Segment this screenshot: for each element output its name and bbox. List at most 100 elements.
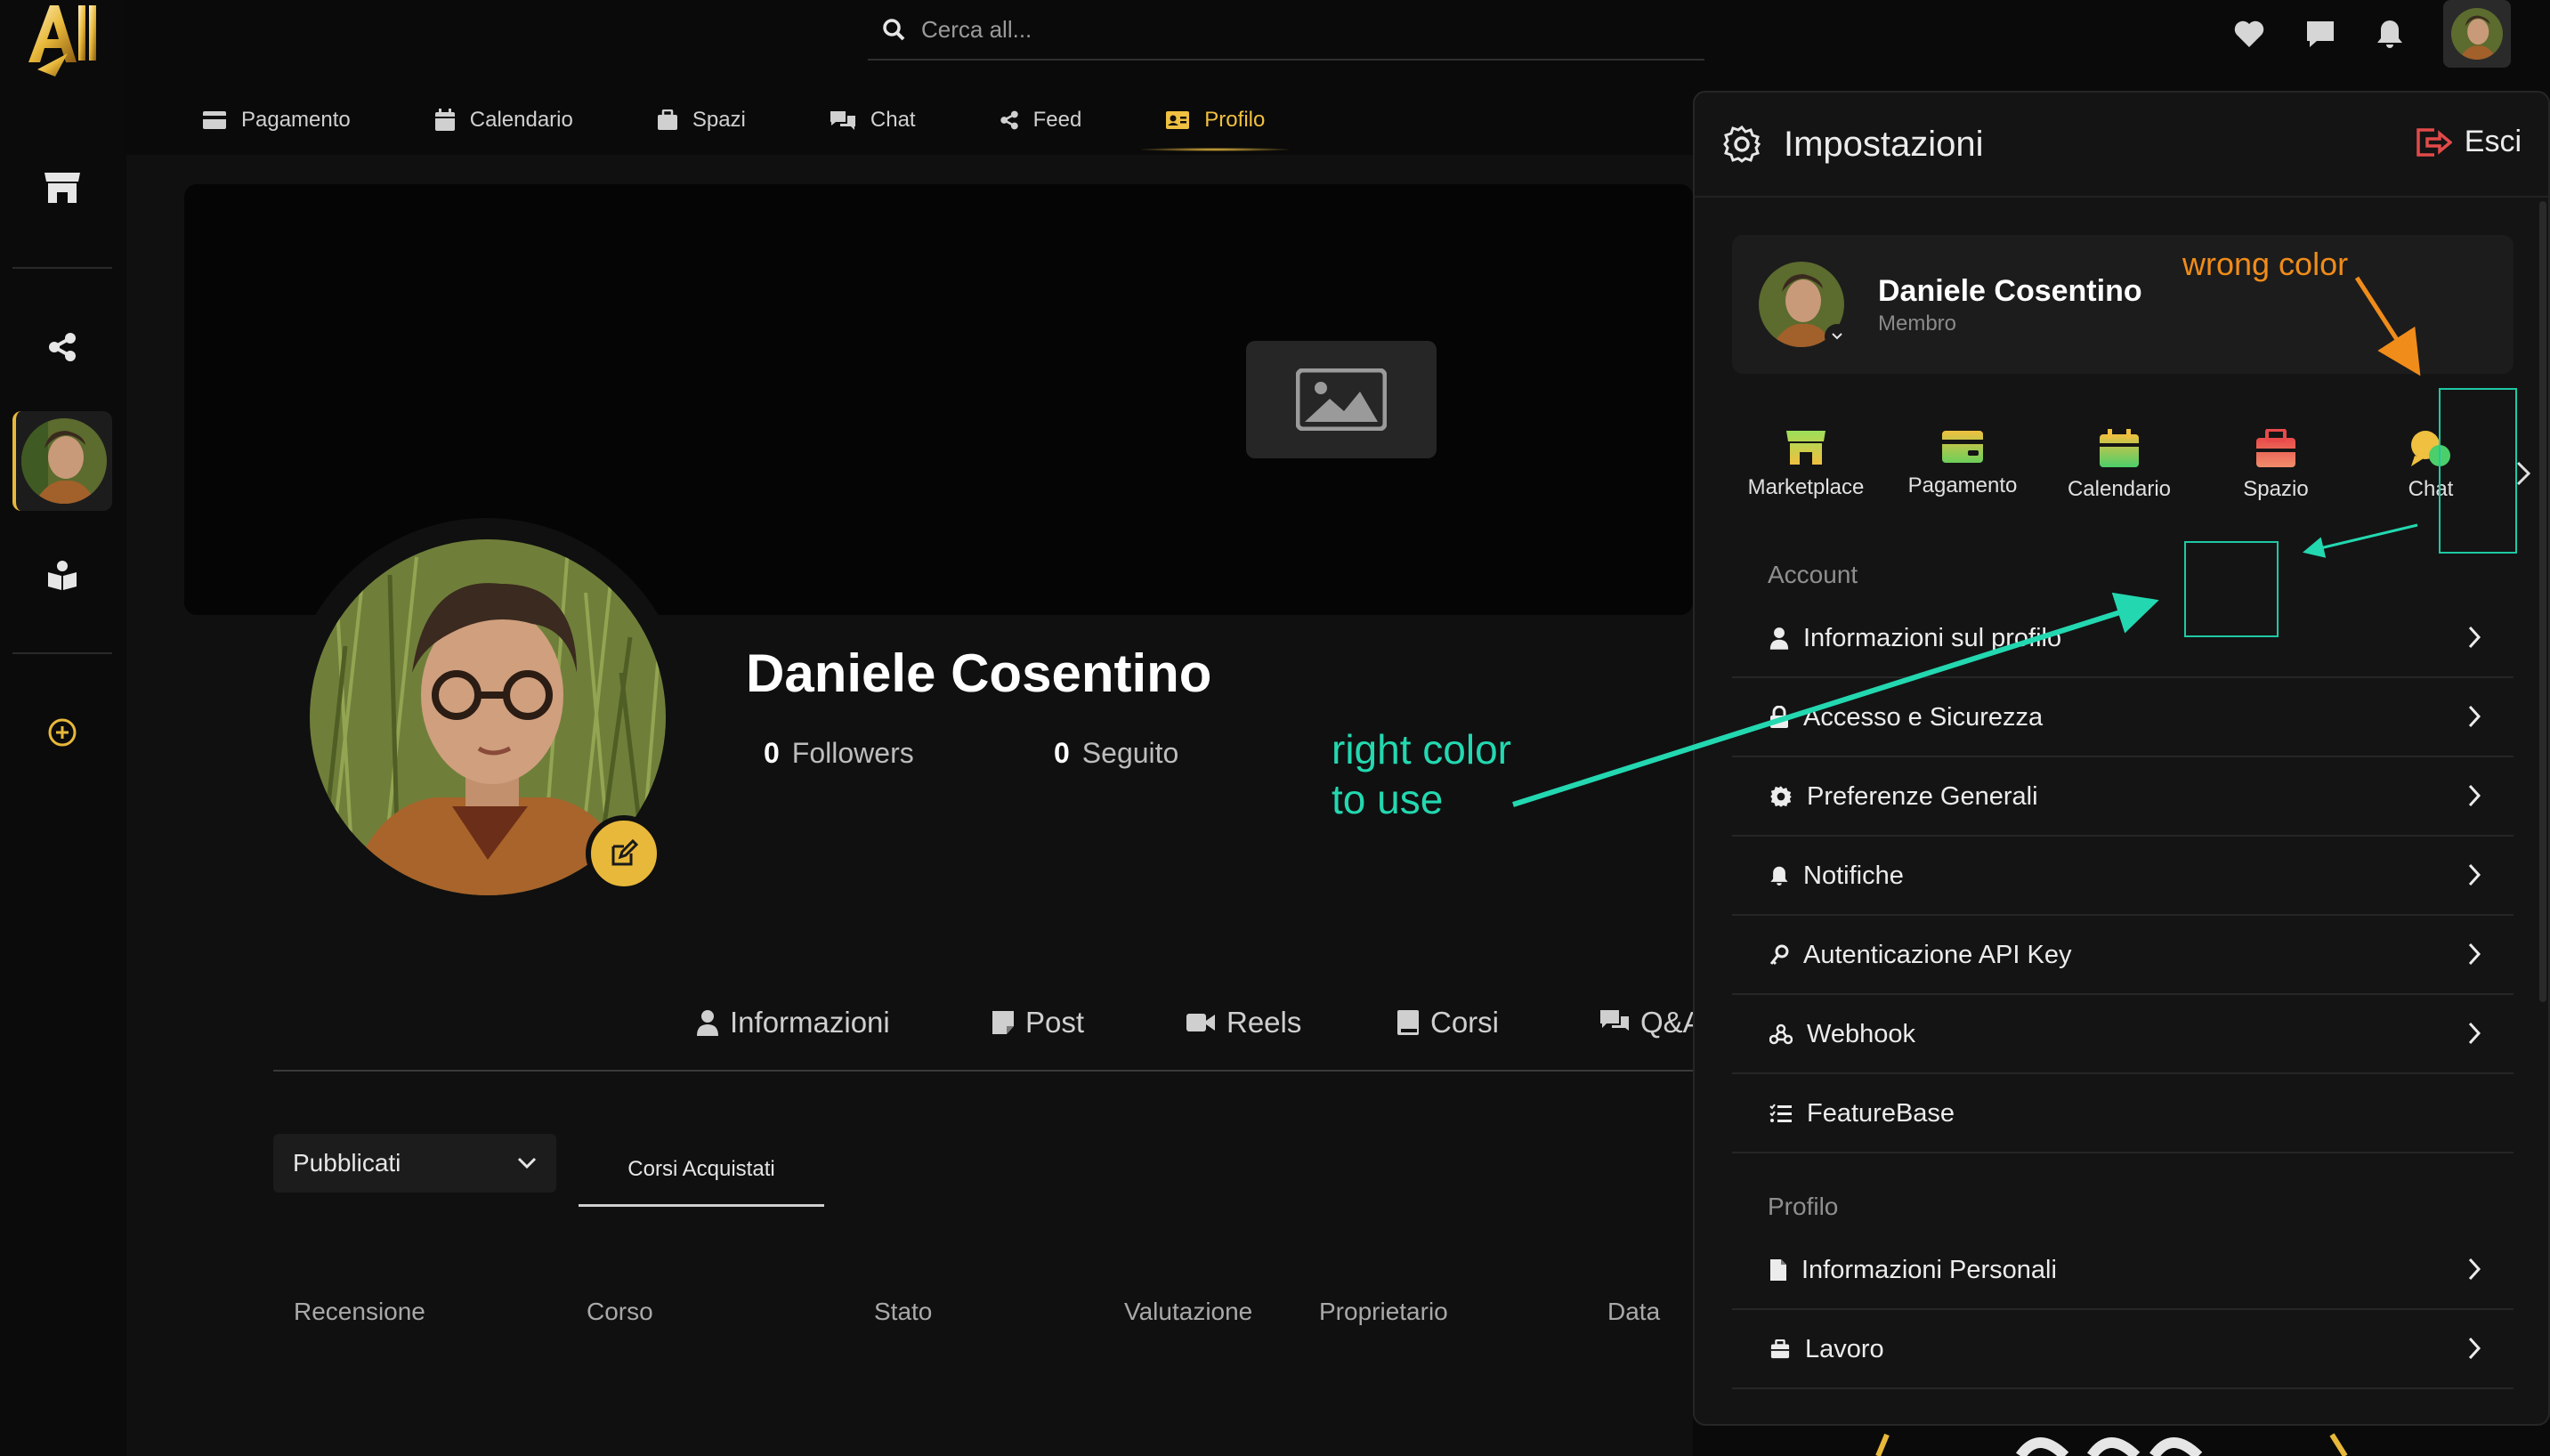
annotation-line: to use <box>1332 776 1444 822</box>
chevron-right-icon <box>2468 863 2481 886</box>
store-icon <box>45 173 80 203</box>
column-header-corso[interactable]: Corso <box>587 1298 653 1326</box>
menu-item-label: Notifiche <box>1803 861 1904 890</box>
followers-stat[interactable]: 0 Followers <box>764 737 914 770</box>
chevron-right-icon <box>2468 784 2481 807</box>
app-shortcuts: Marketplace Pagamento Calendario Spazio … <box>1730 429 2505 527</box>
rail-divider <box>12 652 112 654</box>
app-label: Pagamento <box>1907 473 2018 497</box>
search-bar[interactable] <box>868 0 1704 61</box>
tab-qa[interactable]: Q&A <box>1599 1006 1703 1039</box>
menu-item-featurebase[interactable]: FeatureBase <box>1732 1075 2514 1153</box>
menu-item-informazioni-personali[interactable]: Informazioni Personali <box>1732 1232 2514 1310</box>
briefcase-icon <box>1770 1339 1790 1359</box>
nav-label: Chat <box>870 108 916 132</box>
menu-item-notifiche[interactable]: Notifiche <box>1732 837 2514 916</box>
settings-scrollbar[interactable] <box>2539 201 2546 1002</box>
search-icon <box>883 19 905 41</box>
profile-tabs: Informazioni Post Reels Corsi Q&A <box>273 988 1703 1072</box>
menu-item-label: Accesso e Sicurezza <box>1803 702 2044 732</box>
chevron-right-icon[interactable] <box>2514 459 2532 488</box>
app-label: Calendario <box>2067 477 2172 501</box>
settings-user-role: Membro <box>1878 311 1957 336</box>
menu-item-label: Webhook <box>1807 1019 1915 1048</box>
tab-reels[interactable]: Reels <box>1186 1006 1301 1039</box>
chevron-right-icon <box>2468 1258 2481 1281</box>
heart-icon[interactable] <box>2233 20 2265 48</box>
menu-item-lavoro[interactable]: Lavoro <box>1732 1311 2514 1389</box>
key-icon <box>1769 944 1789 966</box>
nav-label: Spazi <box>692 108 746 132</box>
nav-chat[interactable]: Chat <box>788 89 958 151</box>
menu-item-api-key[interactable]: Autenticazione API Key <box>1732 917 2514 995</box>
nav-spazi[interactable]: Spazi <box>615 89 788 151</box>
rail-add-button[interactable] <box>12 683 112 782</box>
rail-profile-button[interactable] <box>12 411 112 511</box>
share-icon <box>1000 110 1018 130</box>
tab-informazioni[interactable]: Informazioni <box>696 1006 890 1039</box>
chevron-down-icon[interactable] <box>1825 324 1850 349</box>
section-nav: Pagamento Calendario Spazi Chat Feed Pro… <box>160 89 1307 151</box>
nav-calendario[interactable]: Calendario <box>393 89 615 151</box>
box-icon <box>2256 429 2295 467</box>
following-stat[interactable]: 0 Seguito <box>1054 737 1178 770</box>
tab-corsi[interactable]: Corsi <box>1396 1006 1499 1039</box>
document-icon <box>1770 1259 1786 1281</box>
column-header-valutazione[interactable]: Valutazione <box>1124 1298 1252 1326</box>
column-header-data[interactable]: Data <box>1607 1298 1660 1326</box>
publish-filter-select[interactable]: Pubblicati <box>273 1134 556 1193</box>
section-account-label: Account <box>1768 561 1858 588</box>
nav-label: Feed <box>1032 108 1082 132</box>
menu-item-label: Informazioni Personali <box>1801 1255 2057 1284</box>
exit-button[interactable]: Esci <box>2415 125 2522 159</box>
column-header-stato[interactable]: Stato <box>874 1298 932 1326</box>
followers-count: 0 <box>764 737 780 769</box>
edit-profile-photo-button[interactable] <box>586 815 662 892</box>
nav-profilo[interactable]: Profilo <box>1123 89 1307 151</box>
nav-feed[interactable]: Feed <box>958 89 1124 151</box>
rail-courses-button[interactable] <box>12 525 112 625</box>
menu-item-webhook[interactable]: Webhook <box>1732 996 2514 1074</box>
book-reader-icon <box>48 561 77 590</box>
menu-item-label: Informazioni sul profilo <box>1803 623 2062 652</box>
annotation-wrong-color: wrong color <box>2182 246 2349 282</box>
webhook-icon <box>1769 1023 1793 1045</box>
menu-item-informazioni-profilo[interactable]: Informazioni sul profilo <box>1732 600 2514 678</box>
chat-icon[interactable] <box>2304 19 2336 49</box>
search-input[interactable] <box>921 15 1455 44</box>
calendar-icon <box>2100 429 2139 467</box>
column-header-recensione[interactable]: Recensione <box>294 1298 425 1326</box>
app-marketplace[interactable]: Marketplace <box>1730 429 1882 500</box>
cover-image-placeholder[interactable] <box>1246 341 1437 458</box>
tab-label: Informazioni <box>730 1006 890 1039</box>
followers-label: Followers <box>791 737 914 769</box>
nav-label: Calendario <box>469 108 573 132</box>
app-label: Marketplace <box>1747 475 1865 499</box>
following-count: 0 <box>1054 737 1070 769</box>
app-logo[interactable] <box>23 0 103 78</box>
gear-icon <box>1770 786 1792 807</box>
gear-icon <box>1723 125 1761 163</box>
user-icon <box>697 1010 718 1036</box>
column-header-proprietario[interactable]: Proprietario <box>1319 1298 1448 1326</box>
user-menu-button[interactable] <box>2443 0 2511 68</box>
share-icon <box>49 333 76 361</box>
menu-item-preferenze-generali[interactable]: Preferenze Generali <box>1732 758 2514 837</box>
chevron-right-icon <box>2468 1022 2481 1045</box>
bell-icon[interactable] <box>2376 19 2404 49</box>
tab-corsi-acquistati[interactable]: Corsi Acquistati <box>579 1134 824 1207</box>
list-icon <box>1769 1104 1792 1122</box>
app-spazio[interactable]: Spazio <box>2200 429 2352 502</box>
app-pagamento[interactable]: Pagamento <box>1887 429 2038 498</box>
avatar <box>21 418 107 504</box>
rail-marketplace-button[interactable] <box>12 138 112 238</box>
menu-item-accesso-sicurezza[interactable]: Accesso e Sicurezza <box>1732 679 2514 757</box>
rail-feed-button[interactable] <box>12 297 112 397</box>
chevron-right-icon <box>2468 942 2481 966</box>
settings-user-card[interactable]: Daniele Cosentino Membro <box>1732 235 2514 374</box>
avatar <box>2451 8 2503 60</box>
tab-post[interactable]: Post <box>992 1006 1084 1039</box>
nav-pagamento[interactable]: Pagamento <box>160 89 393 151</box>
rail-divider <box>12 267 112 269</box>
app-calendario[interactable]: Calendario <box>2044 429 2195 502</box>
